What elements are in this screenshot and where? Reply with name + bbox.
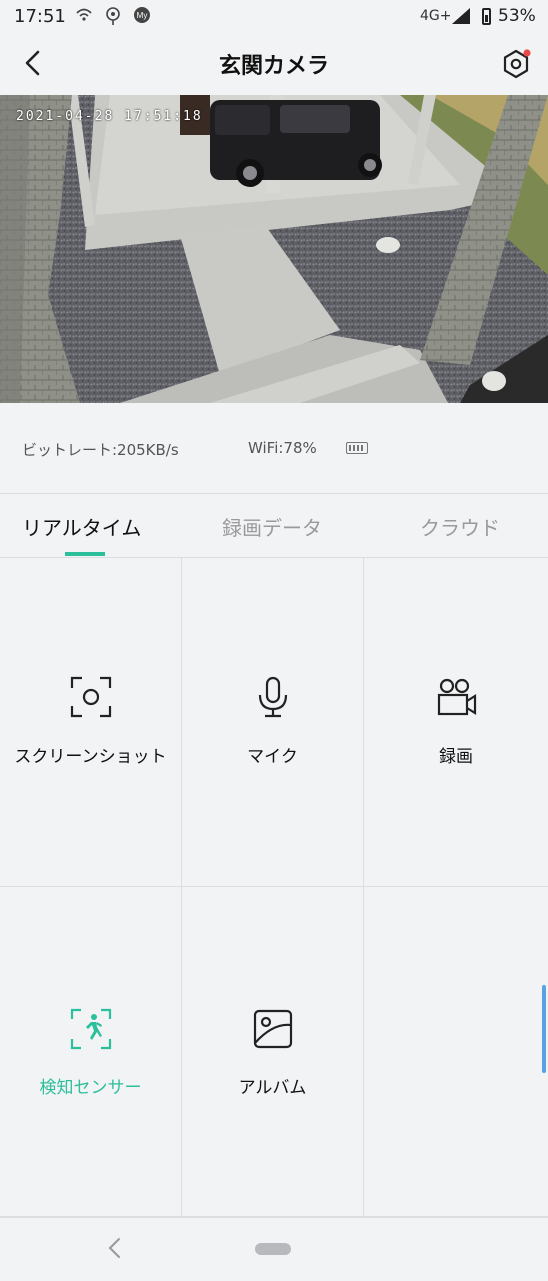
camera-live-view[interactable]: 2021-04-28 17:51:18 (0, 95, 548, 403)
tab-cloud[interactable]: クラウド (420, 512, 500, 541)
page-title: 玄関カメラ (218, 54, 329, 79)
stream-info-bar: ビットレート:205KB/s WiFi:78% (0, 403, 548, 494)
system-home-button[interactable] (255, 1243, 291, 1255)
album-icon (253, 1009, 292, 1049)
battery-icon (482, 8, 491, 25)
settings-badge (523, 49, 531, 57)
microphone-label: マイク (247, 747, 298, 767)
microphone-icon (258, 676, 287, 718)
screenshot-label: スクリーンショット (14, 747, 167, 767)
signal-strength-icon (452, 8, 470, 24)
video-timestamp: 2021-04-28 17:51:18 (16, 109, 203, 124)
network-type: 4G+ (420, 8, 452, 24)
settings-button[interactable] (500, 48, 532, 80)
microphone-button[interactable]: マイク (182, 557, 364, 887)
empty-grid-cell (364, 887, 548, 1217)
screenshot-icon (70, 676, 111, 718)
battery-icon (346, 442, 368, 454)
app-header: 玄関カメラ (0, 34, 548, 94)
action-grid: スクリーンショット マイク 録画 検知センサー アルバム (0, 557, 548, 1217)
camera-scene (0, 95, 548, 403)
motion-sensor-icon (70, 1008, 111, 1050)
battery-percent: 53% (498, 6, 536, 26)
svg-text:My: My (137, 11, 148, 20)
record-label: 録画 (439, 747, 473, 767)
tab-recordings[interactable]: 録画データ (222, 512, 322, 541)
album-button[interactable]: アルバム (182, 887, 364, 1217)
wifi-calling-icon (74, 6, 94, 29)
my-docomo-icon: My (132, 6, 152, 29)
scroll-indicator[interactable] (542, 985, 546, 1073)
location-pin-icon (104, 6, 122, 29)
video-camera-icon (437, 678, 477, 716)
motion-sensor-button[interactable]: 検知センサー (0, 887, 182, 1217)
system-back-button[interactable] (104, 1236, 124, 1260)
tab-realtime[interactable]: リアルタイム (22, 512, 141, 541)
bitrate-text: ビットレート:205KB/s (22, 441, 179, 459)
status-time: 17:51 (14, 6, 66, 27)
record-button[interactable]: 録画 (364, 557, 548, 887)
wifi-strength-text: WiFi:78% (248, 439, 317, 457)
status-bar: 17:51 My 4G+ 53% (0, 0, 548, 34)
album-label: アルバム (238, 1078, 307, 1098)
view-tabs: リアルタイム 録画データ クラウド (0, 494, 548, 558)
motion-sensor-label: 検知センサー (39, 1078, 142, 1098)
system-nav-bar (0, 1217, 548, 1281)
screenshot-button[interactable]: スクリーンショット (0, 557, 182, 887)
active-tab-indicator (65, 552, 105, 556)
